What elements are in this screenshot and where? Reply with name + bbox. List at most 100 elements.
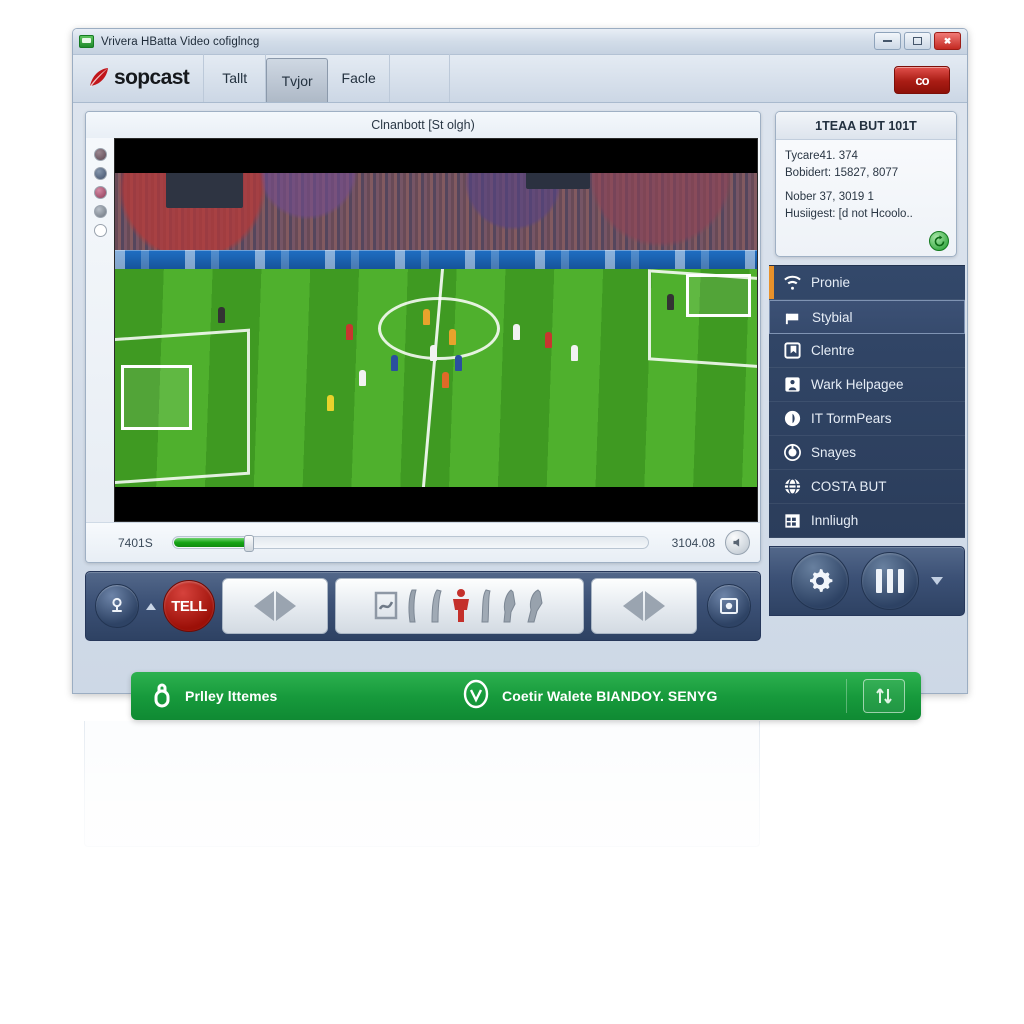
channel-dot-rail — [86, 138, 114, 522]
player-marker — [448, 329, 456, 346]
seek-thumb[interactable] — [244, 535, 255, 552]
player-marker — [442, 372, 450, 389]
sidebar-item-it-tormpears[interactable]: IT TormPears — [769, 402, 965, 436]
tab-facle[interactable]: Facle — [328, 54, 391, 102]
pause-button[interactable] — [861, 552, 919, 610]
player-marker — [513, 324, 521, 341]
record-button[interactable] — [707, 584, 751, 628]
selection-accent — [769, 266, 774, 299]
player-marker — [217, 306, 225, 323]
player-marker — [346, 324, 354, 341]
stadium-scene — [115, 139, 757, 521]
maximize-button[interactable] — [904, 32, 931, 50]
sidebar-nav-list: Pronie Stybial Clentre Wark Helpagee IT … — [769, 265, 965, 538]
seek-bar: 7401S 3104.08 — [86, 522, 760, 562]
caret-down-icon[interactable] — [931, 577, 943, 585]
rail-dot-5[interactable] — [93, 224, 107, 237]
reflection-content: TELL — [72, 721, 968, 951]
info-card-body: Tycare41. 374 Bobidert: 15827, 8077 Nobe… — [776, 140, 956, 256]
profile-button[interactable] — [95, 584, 139, 628]
nav-left-button[interactable] — [222, 578, 328, 634]
player-marker — [391, 354, 399, 371]
tab-label: Tallt — [222, 70, 248, 86]
letterbox-top — [115, 139, 757, 174]
sidebar-item-snayes[interactable]: Snayes — [769, 436, 965, 470]
sidebar-item-costa-but[interactable]: COSTA BUT — [769, 470, 965, 504]
sidebar-item-wark-helpagee[interactable]: Wark Helpagee — [769, 368, 965, 402]
player-marker — [358, 369, 366, 386]
sort-arrows-icon[interactable] — [863, 679, 905, 713]
person-1 — [407, 589, 417, 623]
rail-dot-3[interactable] — [93, 186, 107, 199]
sidebar-item-clentre[interactable]: Clentre — [769, 334, 965, 368]
right-column: 1TEAA BUT 101T Tycare41. 374 Bobidert: 1… — [769, 103, 967, 693]
sidebar-item-label: Snayes — [811, 445, 857, 460]
left-right-diamond-icon — [254, 591, 296, 621]
info-line: Bobidert: 15827, 8077 — [785, 166, 899, 179]
tab-label: Facle — [341, 70, 376, 86]
tell-label: TELL — [171, 597, 207, 615]
person-6 — [526, 589, 543, 623]
rail-dot-4[interactable] — [93, 205, 107, 218]
nav-right-button[interactable] — [591, 578, 697, 634]
player-marker — [570, 344, 578, 361]
title-bar: Vrivera HBatta Video cofiglncg ✖ — [73, 29, 967, 55]
seek-track[interactable] — [172, 535, 649, 552]
sidebar-item-label: Innliugh — [811, 513, 859, 528]
goal-right — [686, 273, 751, 317]
caret-up-icon[interactable] — [146, 602, 156, 610]
speaker-icon[interactable] — [725, 530, 750, 555]
settings-button[interactable] — [791, 552, 849, 610]
tab-tallt[interactable]: Tallt — [204, 54, 267, 102]
sidebar-item-stybial[interactable]: Stybial — [769, 300, 965, 334]
monitor-icon — [79, 35, 94, 48]
brand-logo: sopcast — [87, 54, 205, 102]
globe-icon — [783, 477, 802, 496]
banner-left-group[interactable]: Prlley lttemes — [131, 679, 461, 714]
gear-icon — [810, 569, 833, 592]
sidebar-item-label: Pronie — [811, 275, 851, 290]
application-window: Vrivera HBatta Video cofiglncg ✖ sopcast… — [72, 28, 968, 694]
rail-dot-2[interactable] — [93, 167, 107, 180]
info-card: 1TEAA BUT 101T Tycare41. 374 Bobidert: 1… — [775, 111, 957, 257]
transport-toolbar: TELL — [85, 571, 761, 641]
seek-progress-fill — [174, 538, 250, 547]
sidebar-item-label: IT TormPears — [811, 411, 892, 426]
video-surface[interactable] — [114, 138, 758, 522]
window-reflection: TELL — [72, 721, 968, 951]
flag-icon — [784, 308, 803, 327]
bookmark-square-icon — [783, 341, 802, 360]
info-circle-icon — [783, 409, 802, 428]
left-right-diamond-icon — [623, 591, 665, 621]
refresh-icon[interactable] — [929, 231, 949, 251]
screen-icon — [374, 591, 397, 620]
wifi-question-icon — [783, 273, 802, 292]
elapsed-time: 7401S — [118, 535, 153, 550]
info-line: Tycare41. 374 — [785, 150, 858, 162]
sidebar-item-innliugh[interactable]: Innliugh — [769, 504, 965, 538]
target-circle-icon — [783, 443, 802, 462]
sidebar-item-label: Clentre — [811, 343, 855, 358]
sidebar-item-pronie[interactable]: Pronie — [769, 266, 965, 300]
rail-dot-1[interactable] — [93, 148, 107, 161]
tab-strip: sopcast Tallt Tvjor Facle co — [73, 54, 967, 103]
banner-right-group — [846, 679, 921, 713]
header-action-button[interactable]: co — [894, 66, 950, 94]
tell-button[interactable]: TELL — [163, 580, 215, 632]
minimize-button[interactable] — [874, 32, 901, 50]
goal-left — [121, 364, 193, 431]
person-4 — [480, 589, 491, 623]
banner-center-group[interactable]: Coetir Walete BIANDOY. SENYG — [461, 679, 846, 714]
status-banner: Prlley lttemes Coetir Walete BIANDOY. SE… — [131, 672, 921, 720]
people-panel[interactable] — [335, 578, 584, 634]
close-button[interactable]: ✖ — [934, 32, 961, 50]
pause-icon — [876, 569, 904, 593]
info-line: Husiigest: [d not Hcoolo.. — [785, 208, 913, 221]
header-action-label: co — [915, 72, 929, 88]
reflection-fade — [72, 721, 968, 951]
window-controls: ✖ — [874, 32, 961, 50]
player-marker — [429, 344, 437, 361]
tab-tvjor[interactable]: Tvjor — [266, 58, 329, 102]
center-circle — [378, 296, 501, 360]
banner-left-text: Prlley lttemes — [185, 688, 278, 704]
